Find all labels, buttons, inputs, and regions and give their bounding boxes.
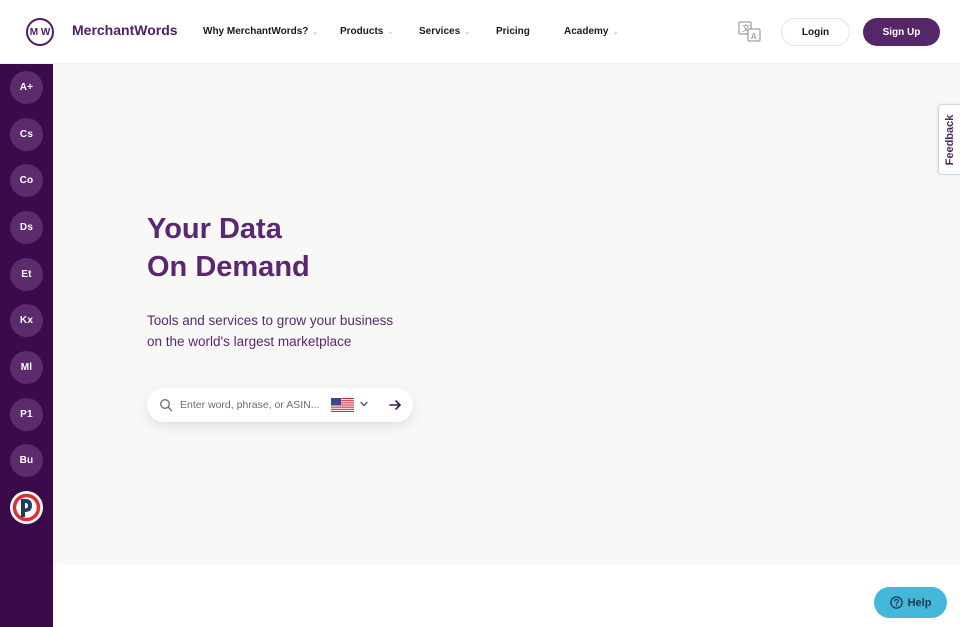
rail-item-ds[interactable]: Ds [10,211,43,244]
nav-item-label: Pricing [496,26,530,37]
help-button[interactable]: Help [874,587,947,618]
help-label: Help [907,596,932,609]
rail-item-co[interactable]: Co [10,164,43,197]
chevron-down-icon: ⌄ [464,28,471,36]
chevron-down-icon: ⌄ [387,28,394,36]
feedback-label: Feedback [943,114,956,165]
nav-academy[interactable]: Academy ⌄ [564,26,618,37]
rail-item-et[interactable]: Et [10,258,43,291]
svg-text:A: A [751,32,757,41]
top-header: M W MerchantWords Why MerchantWords? ⌄ P… [0,0,960,64]
hero-subtitle-line: Tools and services to grow your business [147,313,394,328]
nav-item-label: Products [340,26,384,37]
chevron-down-icon[interactable] [359,399,369,409]
hero-title-line: Your Data [147,213,282,245]
search-icon [160,399,173,412]
chevron-down-icon: ⌄ [612,28,619,36]
rail-item-a-plus[interactable]: A+ [10,71,43,104]
sign-up-button[interactable]: Sign Up [863,18,940,46]
extension-logo-icon[interactable] [10,491,43,524]
hero-subtitle-line: on the world's largest marketplace [147,334,352,349]
rail-item-ml[interactable]: Ml [10,351,43,384]
arrow-right-icon[interactable] [388,398,402,412]
nav-item-label: Services [419,26,461,37]
rail-item-kx[interactable]: Kx [10,304,43,337]
hero-section: Your Data On Demand Tools and services t… [53,64,960,565]
nav-item-label: Academy [564,26,609,37]
extension-sidebar: A+ Cs Co Ds Et Kx Ml P1 Bu [0,64,53,627]
translate-icon[interactable]: 文 A [738,21,762,43]
nav-pricing[interactable]: Pricing [496,26,530,37]
login-button[interactable]: Login [781,18,850,46]
feedback-tab[interactable]: Feedback [938,104,960,175]
hero-subtitle: Tools and services to grow your business… [147,310,393,352]
brand-logo-icon[interactable]: M W [26,18,54,46]
rail-item-bu[interactable]: Bu [10,444,43,477]
keyword-search-bar [147,388,413,422]
nav-services[interactable]: Services ⌄ [419,26,470,37]
hero-title-line: On Demand [147,251,310,283]
nav-products[interactable]: Products ⌄ [340,26,393,37]
chevron-down-icon: ⌄ [312,28,319,36]
nav-why-merchantwords[interactable]: Why MerchantWords? ⌄ [203,26,318,37]
hero-title: Your Data On Demand [147,210,310,286]
rail-item-p1[interactable]: P1 [10,398,43,431]
us-flag-icon[interactable] [331,398,354,412]
brand-logo-text[interactable]: MerchantWords [72,22,178,38]
search-input[interactable] [180,396,326,414]
rail-item-cs[interactable]: Cs [10,118,43,151]
question-circle-icon [889,596,903,609]
nav-item-label: Why MerchantWords? [203,26,309,37]
